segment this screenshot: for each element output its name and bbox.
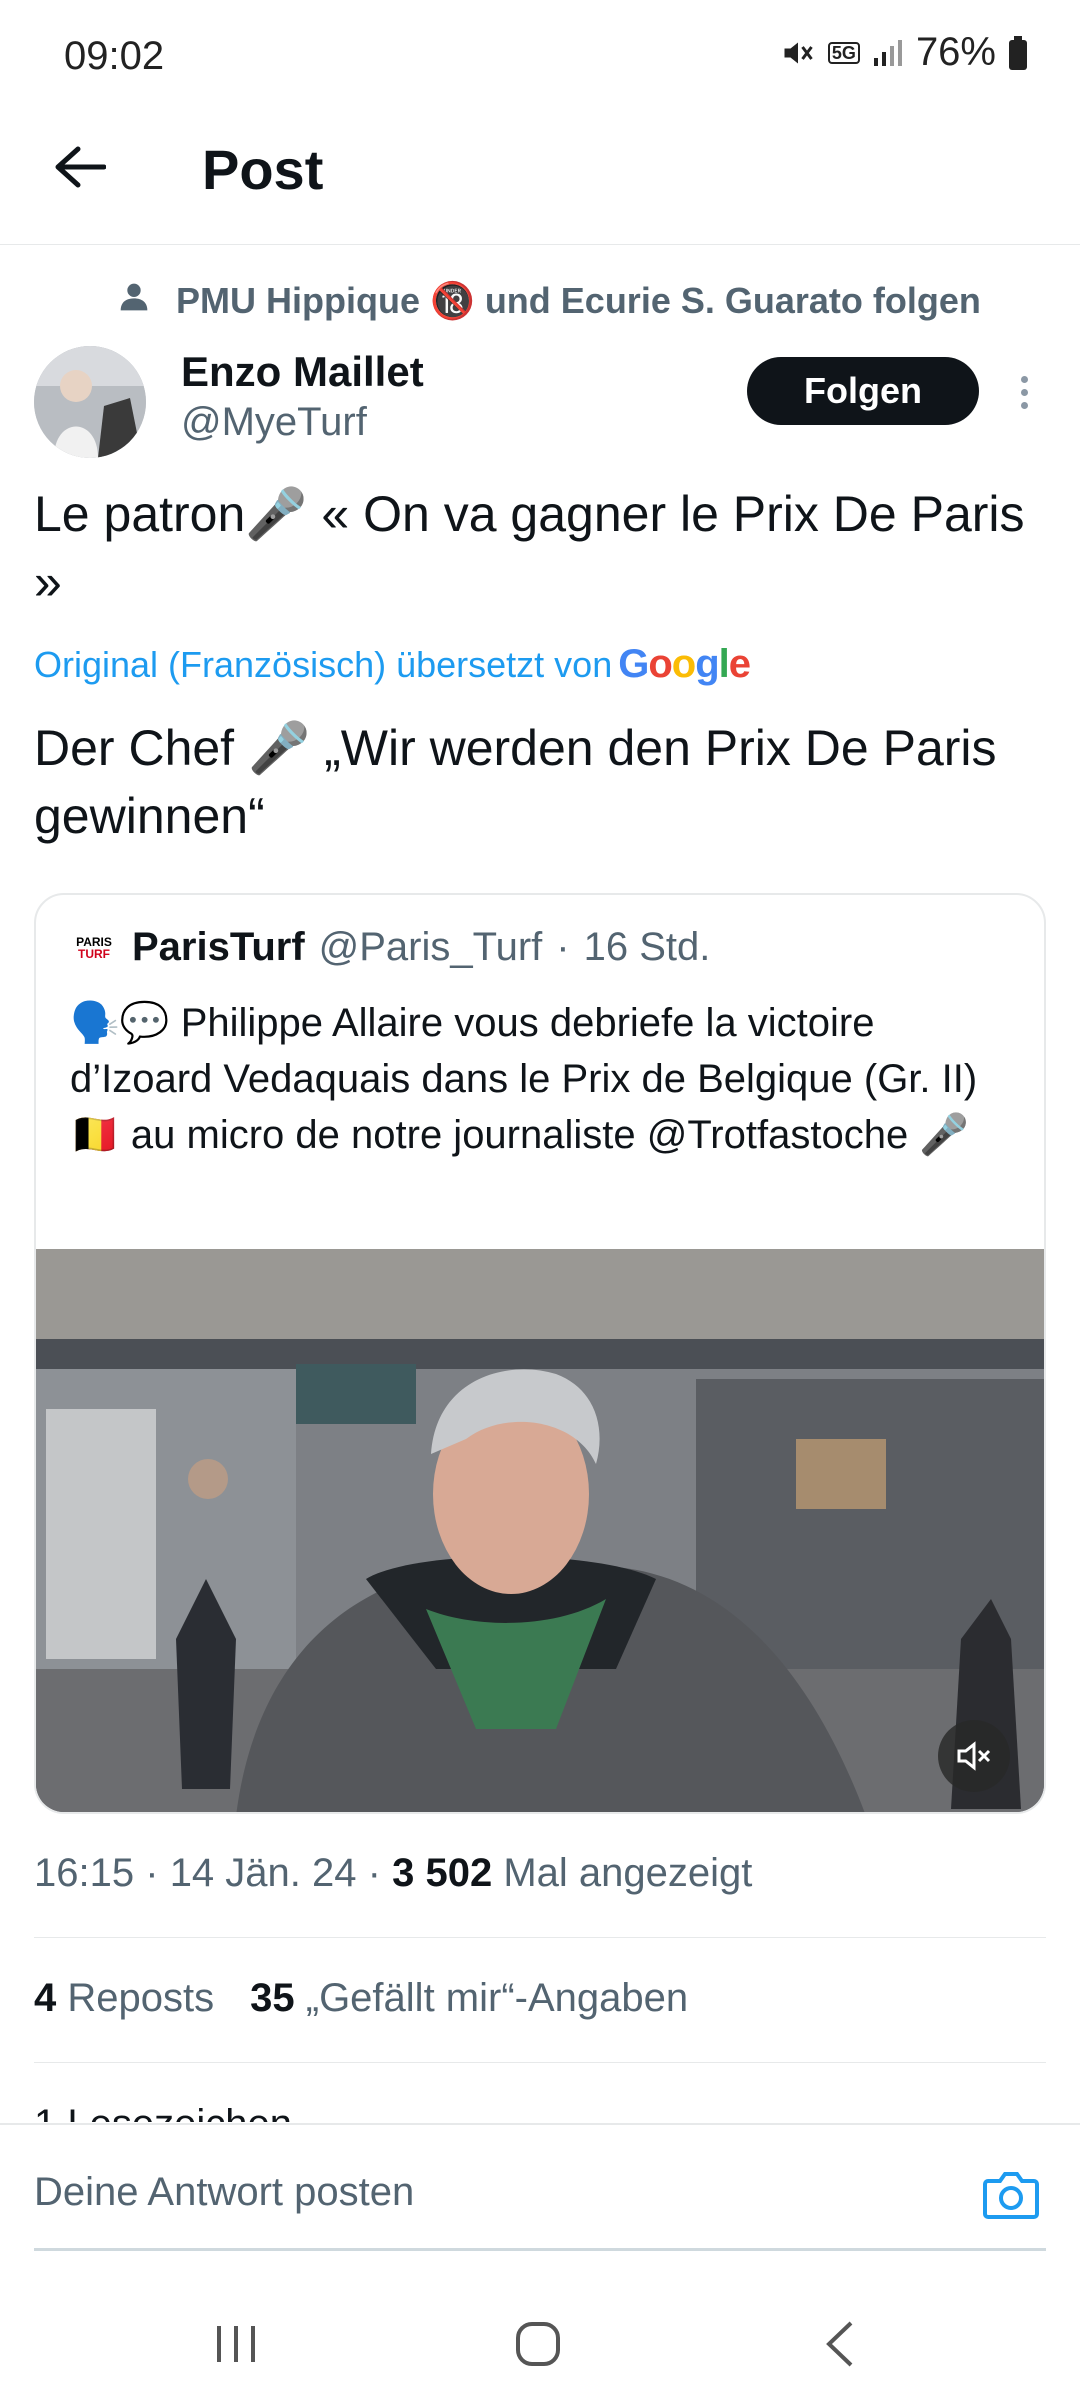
recents-button[interactable]	[196, 2310, 276, 2378]
post-meta: 16:15 · 14 Jän. 24 · 3 502 Mal angezeigt	[34, 1851, 752, 1896]
mute-toggle[interactable]	[938, 1720, 1010, 1792]
signal-icon	[872, 38, 904, 68]
view-count-label: Mal angezeigt	[503, 1851, 753, 1895]
likes-count: 35	[250, 1976, 295, 2020]
network-5g-icon: 5G	[827, 41, 860, 64]
google-logo: Google	[618, 642, 751, 686]
mute-icon	[957, 1741, 991, 1771]
post-time: 16:15	[34, 1851, 135, 1895]
recents-icon	[217, 2326, 255, 2362]
post-translated-text: Der Chef 🎤 „Wir werden den Prix De Paris…	[34, 720, 997, 844]
back-nav-icon	[826, 2321, 853, 2367]
reposts-stat[interactable]: 4 Reposts	[34, 1976, 214, 2021]
battery-percentage: 76%	[915, 30, 996, 74]
likes-label: „Gefällt mir“-Angaben	[305, 1976, 689, 2020]
quoted-author-name: ParisTurf	[132, 925, 305, 969]
paristurf-logo: PARIS TURF	[70, 928, 118, 968]
more-options-button[interactable]	[1006, 368, 1042, 416]
post-date: 14 Jän. 24	[169, 1851, 357, 1895]
more-vertical-icon	[1020, 401, 1028, 409]
author-handle[interactable]: @MyeTurf	[181, 400, 367, 445]
back-arrow-icon	[55, 146, 106, 188]
translation-note[interactable]: Original (Französisch) übersetzt von Goo…	[34, 642, 751, 687]
camera-icon	[983, 2172, 1039, 2219]
system-back-button[interactable]	[800, 2310, 880, 2378]
reposts-label: Reposts	[67, 1976, 215, 2020]
divider	[34, 2062, 1046, 2063]
engagement-stats: 4 Reposts 35 „Gefällt mir“-Angaben	[34, 1976, 688, 2021]
quoted-post-time: 16 Std.	[583, 925, 711, 969]
avatar[interactable]	[34, 346, 146, 458]
social-context-text: PMU Hippique 🔞 und Ecurie S. Guarato fol…	[176, 280, 981, 321]
muted-speaker-icon	[780, 35, 816, 71]
reply-input[interactable]: Deine Antwort posten	[34, 2170, 954, 2215]
logo-line2: TURF	[78, 946, 110, 961]
home-icon	[516, 2322, 560, 2366]
meta-separator: ·	[145, 1851, 159, 1895]
quoted-post-header: PARIS TURF ParisTurf @Paris_Turf · 16 St…	[70, 925, 710, 970]
likes-stat[interactable]: 35 „Gefällt mir“-Angaben	[250, 1976, 688, 2021]
post-original-text: Le patron🎤 « On va gagner le Prix De Par…	[34, 486, 1025, 610]
quoted-separator: ·	[556, 925, 570, 969]
quoted-post-text: 🗣️💬 Philippe Allaire vous debriefe la vi…	[70, 1001, 978, 1157]
bookmarks-stat[interactable]: 1 Lesezeichen	[34, 2094, 292, 2122]
follow-button[interactable]: Folgen	[747, 357, 979, 425]
quoted-post-card[interactable]: PARIS TURF ParisTurf @Paris_Turf · 16 St…	[34, 893, 1046, 1814]
more-vertical-icon	[1020, 388, 1028, 396]
header-divider	[0, 244, 1080, 245]
quoted-author-handle: @Paris_Turf	[318, 925, 543, 969]
person-icon	[118, 280, 150, 322]
network-label: 5G	[831, 42, 856, 63]
quoted-video[interactable]	[36, 1249, 1044, 1812]
meta-separator: ·	[367, 1851, 381, 1895]
status-time: 09:02	[64, 34, 165, 78]
home-button[interactable]	[498, 2310, 578, 2378]
video-frame	[36, 1249, 1044, 1812]
translation-note-text: Original (Französisch) übersetzt von	[34, 643, 613, 685]
author-name[interactable]: Enzo Maillet	[181, 348, 424, 396]
back-button[interactable]	[48, 135, 112, 199]
view-count: 3 502	[392, 1851, 493, 1895]
status-icons: 5G 76%	[780, 30, 1028, 75]
social-context[interactable]: PMU Hippique 🔞 und Ecurie S. Guarato fol…	[118, 276, 1018, 326]
reposts-count: 4	[34, 1976, 57, 2020]
more-vertical-icon	[1020, 375, 1028, 383]
camera-button[interactable]	[978, 2166, 1044, 2224]
reply-underline	[34, 2248, 1046, 2251]
divider	[34, 1937, 1046, 1938]
page-title: Post	[202, 138, 324, 201]
battery-icon	[1008, 35, 1028, 70]
logo-line1: PARIS	[76, 934, 112, 949]
